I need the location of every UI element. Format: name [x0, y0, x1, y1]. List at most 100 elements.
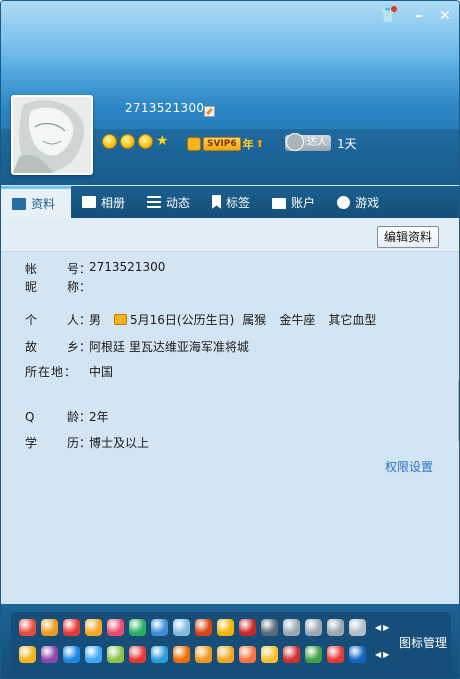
qq-number: 2713521300 — [125, 101, 205, 115]
skin-shirt-icon[interactable]: 👕 — [378, 6, 398, 25]
upgrade-arrow-icon: ⬆ — [255, 138, 265, 150]
minimize-button[interactable]: – — [409, 7, 429, 25]
location-label: 所在地： — [25, 365, 77, 379]
sun-level-icon — [102, 134, 117, 149]
personal-value: 男 5月16日(公历生日) 属猴 金牛座 其它血型 — [89, 311, 389, 328]
bookmark-icon — [212, 195, 222, 209]
tab-album[interactable]: 相册 — [71, 186, 136, 218]
account-label: 帐号： — [25, 262, 92, 276]
tab-label: 游戏 — [355, 195, 380, 210]
feed-list-icon — [147, 196, 162, 208]
service-badge-icon[interactable] — [349, 619, 366, 636]
education-value: 博士及以上 — [89, 436, 150, 450]
icon-tray — [1, 604, 459, 678]
profile-card-icon — [12, 197, 26, 210]
tab-profile[interactable]: 资料 — [1, 186, 71, 218]
zodiac-value: 属猴 — [242, 313, 267, 327]
service-badge-icon[interactable] — [349, 646, 366, 663]
tray-scroll-arrows[interactable]: ◀▶ — [375, 650, 391, 659]
constellation-value: 金牛座 — [279, 313, 316, 327]
hometown-label: 故乡： — [25, 340, 92, 354]
service-badge-icon[interactable] — [327, 619, 344, 636]
icon-manager-button[interactable]: 图标管理 — [399, 634, 447, 651]
service-badge-icon[interactable] — [151, 646, 168, 663]
service-badge-icon[interactable] — [195, 619, 212, 636]
service-badge-icon[interactable] — [261, 619, 278, 636]
hometown-value: 阿根廷 里瓦达维亚海军准将城 — [89, 340, 249, 354]
service-badge-icon[interactable] — [283, 619, 300, 636]
service-badge-icon[interactable] — [19, 646, 36, 663]
service-badge-icon[interactable] — [107, 646, 124, 663]
service-badge-icon[interactable] — [85, 646, 102, 663]
tab-label: 动态 — [166, 195, 191, 210]
avatar[interactable] — [11, 95, 93, 175]
service-badge-icon[interactable] — [85, 619, 102, 636]
service-badge-icon[interactable] — [195, 646, 212, 663]
birthday-crown-icon — [114, 314, 128, 325]
service-badge-icon[interactable] — [305, 619, 322, 636]
tab-tags[interactable]: 标签 — [201, 186, 261, 218]
service-badge-icon[interactable] — [305, 646, 322, 663]
tab-games[interactable]: 游戏 — [326, 186, 390, 218]
service-badge-icon[interactable] — [19, 619, 36, 636]
tray-icon-row — [19, 619, 366, 636]
account-value: 2713521300 — [89, 260, 166, 274]
service-badge-icon[interactable] — [261, 646, 278, 663]
service-badge-icon[interactable] — [217, 646, 234, 663]
service-badge-icon[interactable] — [239, 619, 256, 636]
birthday-value: 5月16日(公历生日) — [130, 313, 235, 327]
service-badge-icon[interactable] — [217, 619, 234, 636]
tab-feed[interactable]: 动态 — [136, 186, 201, 218]
tray-scroll-arrows[interactable]: ◀▶ — [375, 623, 391, 632]
location-value: 中国 — [89, 365, 114, 379]
personal-label: 个人： — [25, 313, 92, 327]
service-badge-icon[interactable] — [151, 619, 168, 636]
service-badge-icon[interactable] — [41, 646, 58, 663]
photo-album-icon — [82, 196, 96, 208]
tab-label: 相册 — [101, 195, 126, 210]
gender-value: 男 — [89, 313, 102, 327]
sun-level-icon — [120, 134, 135, 149]
svip-year: 年 — [242, 138, 254, 151]
service-badge-icon[interactable] — [63, 646, 80, 663]
star-level-icon: ★ — [156, 133, 169, 149]
service-badge-icon[interactable] — [327, 646, 344, 663]
tab-account[interactable]: 账户 — [261, 186, 326, 218]
svip-badge[interactable]: SVIP6 年 ⬆ — [187, 136, 264, 152]
permission-settings-link[interactable]: 权限设置 — [385, 458, 433, 475]
service-badge-icon[interactable] — [173, 646, 190, 663]
avatar-illustration-icon — [13, 97, 91, 173]
tab-label: 资料 — [31, 197, 56, 211]
service-badge-icon[interactable] — [129, 619, 146, 636]
tab-label: 账户 — [291, 195, 316, 210]
profile-tabs: 资料 相册 动态 标签 账户 游戏 — [1, 186, 459, 218]
nickname-label: 昵称： — [25, 280, 92, 294]
qq-level[interactable]: ★ — [102, 134, 169, 149]
education-label: 学历： — [25, 436, 92, 450]
svip-level: SVIP6 — [203, 137, 241, 151]
talent-icon — [286, 133, 304, 151]
tray-icon-row — [19, 646, 366, 663]
qage-value: 2年 — [89, 410, 109, 424]
svip-crown-icon — [187, 137, 201, 151]
service-badge-icon[interactable] — [173, 619, 190, 636]
profile-window: 👕 – ✕ 2713521300 ★ SVIP6 年 ⬆ 达人 1天 资料 相册… — [0, 0, 460, 679]
edit-profile-button[interactable]: 编辑资料 — [377, 226, 439, 248]
blood-type-value: 其它血型 — [328, 313, 377, 327]
qage-label: Q 龄： — [25, 410, 92, 424]
tab-label: 标签 — [226, 195, 251, 210]
wallet-icon — [272, 197, 287, 209]
service-badge-icon[interactable] — [63, 619, 80, 636]
profile-info-panel — [1, 252, 459, 604]
close-button[interactable]: ✕ — [435, 7, 455, 25]
service-badge-icon[interactable] — [283, 646, 300, 663]
new-dot-icon — [391, 6, 397, 12]
game-icon — [337, 195, 351, 209]
service-badge-icon[interactable] — [239, 646, 256, 663]
service-badge-icon[interactable] — [129, 646, 146, 663]
service-badge-icon[interactable] — [107, 619, 124, 636]
online-days: 1天 — [337, 137, 357, 151]
sun-level-icon — [138, 134, 153, 149]
service-badge-icon[interactable] — [41, 619, 58, 636]
edit-signature-icon[interactable] — [204, 106, 215, 117]
